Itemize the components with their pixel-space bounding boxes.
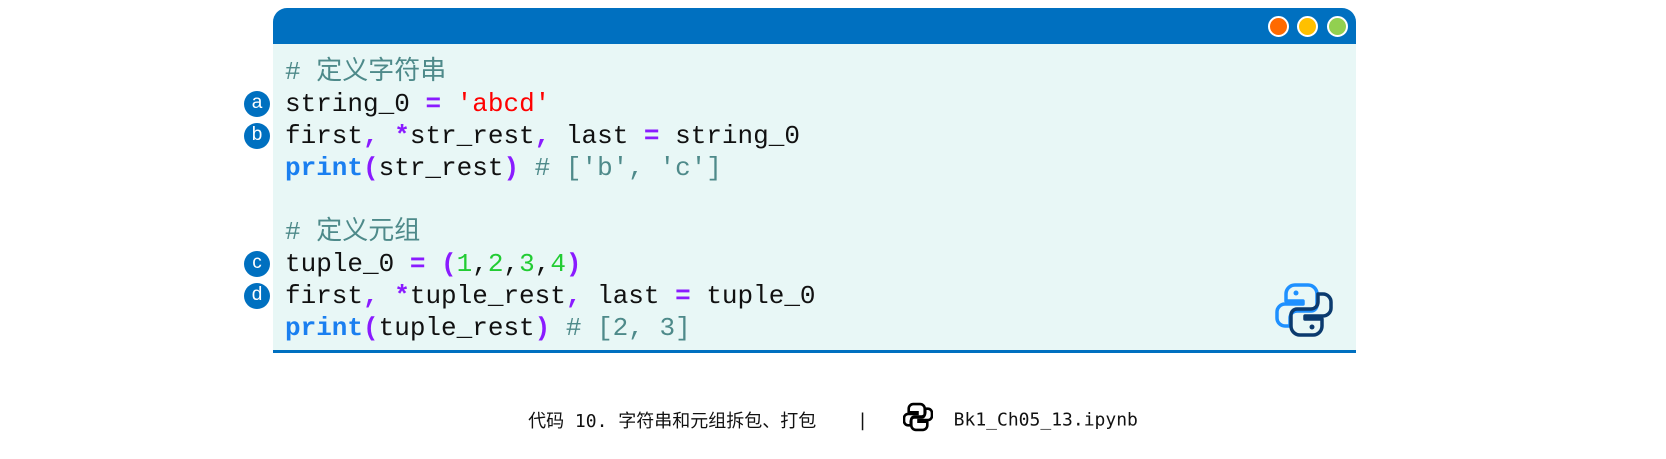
code-token-punc: , [363,121,379,151]
code-token-plain: last [581,281,676,311]
code-token-comment: # ['b', 'c'] [519,153,722,183]
code-window: # 定义字符串 string_0 = 'abcd' first, *str_rest… [273,8,1356,353]
code-token-punc: = [425,89,442,119]
title-bar [273,8,1356,44]
python-logo-icon [1275,283,1333,337]
code-token-num: 4 [550,249,566,279]
code-token-punc: ( [363,153,379,183]
line-marker-c: c [244,251,270,277]
maximize-dot-icon[interactable] [1327,16,1348,37]
code-token-punc: = [409,249,426,279]
code-line: tuple_0 = (1,2,3,4) [285,248,816,280]
python-icon [902,402,934,432]
code-token-plain: tuple_0 [690,281,816,311]
caption-separator: | [857,409,868,431]
minimize-dot-icon[interactable] [1297,16,1318,37]
code-token-plain: , [503,249,520,279]
code-token-kw: print [285,153,364,183]
code-token-punc: ) [503,153,520,183]
code-token-punc: = [643,121,660,151]
code-token-plain: tuple_rest [409,281,566,311]
code-token-punc: * [394,121,410,151]
code-line: string_0 = 'abcd' [285,88,816,120]
code-token-comment: # 定义字符串 [285,57,447,87]
code-token-num: 1 [456,249,473,279]
code-line: first, *tuple_rest, last = tuple_0 [285,280,816,312]
code-token-punc: ) [565,249,582,279]
code-token-punc: * [394,281,410,311]
code-token-str: 'abcd' [456,89,551,119]
code-token-comment: # [2, 3] [550,313,691,343]
code-line: first, *str_rest, last = string_0 [285,120,816,152]
code-token-num: 2 [487,249,504,279]
code-token-comment: # 定义元组 [285,217,421,247]
code-token-plain: string_0 [659,121,800,151]
code-token-punc: , [363,281,379,311]
line-marker-d: d [244,283,270,309]
code-block: # 定义字符串 string_0 = 'abcd' first, *str_rest… [285,56,816,344]
code-line: print(tuple_rest) # [2, 3] [285,312,816,344]
code-token-plain: first [285,281,364,311]
code-token-plain: tuple_0 [285,249,410,279]
code-token-punc: ) [534,313,551,343]
code-token-punc: , [534,121,551,151]
code-token-punc: , [565,281,582,311]
code-token-plain: str_rest [409,121,535,151]
code-token-plain: string_0 [285,89,426,119]
code-token-plain: first [285,121,364,151]
code-line: print(str_rest) # ['b', 'c'] [285,152,816,184]
caption-filename[interactable]: Bk1_Ch05_13.ipynb [954,410,1138,431]
code-token-num: 3 [519,249,535,279]
code-token-plain: , [472,249,488,279]
code-line: # 定义元组 [285,216,816,248]
code-token-punc: = [675,281,691,311]
caption-label: 代码 10. 字符串和元组拆包、打包 [528,411,817,432]
line-marker-a: a [244,91,270,117]
code-token-punc: ( [441,249,457,279]
code-line: # 定义字符串 [285,56,816,88]
code-token-punc: ( [363,313,379,343]
caption: 代码 10. 字符串和元组拆包、打包 | Bk1_Ch05_13.ipynb [0,402,1666,438]
code-token-plain: str_rest [378,153,504,183]
code-token-kw: print [285,313,364,343]
code-token-plain: tuple_rest [378,313,535,343]
close-dot-icon[interactable] [1268,16,1289,37]
code-token-plain: last [550,121,644,151]
line-marker-b: b [244,123,270,149]
code-token-plain: , [534,249,551,279]
